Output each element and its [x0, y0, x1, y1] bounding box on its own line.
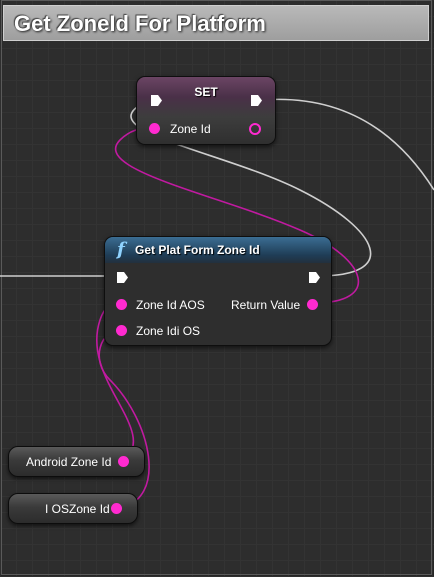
zone-idi-os-pin[interactable] [116, 325, 127, 336]
input-label-zone-idi-os: Zone Idi OS [136, 324, 201, 338]
variable-label: Android Zone Id [26, 455, 112, 469]
return-value-label: Return Value [231, 298, 301, 312]
exec-wire-out [261, 98, 434, 191]
exec-in-icon[interactable] [150, 94, 163, 107]
data-wire-ios [98, 328, 150, 510]
exec-in-icon[interactable] [116, 271, 129, 284]
get-platform-zone-id-node[interactable]: f Get Plat Form Zone Id Zone Id AOS Retu… [104, 236, 332, 346]
zone-id-input-pin[interactable] [149, 123, 160, 134]
return-value-pin[interactable] [307, 299, 318, 310]
set-input-label: Zone Id [170, 122, 211, 136]
variable-output-pin[interactable] [118, 456, 129, 467]
function-title: Get Plat Form Zone Id [135, 243, 260, 257]
set-node[interactable]: SET Zone Id [136, 76, 276, 145]
input-label-zone-id-aos: Zone Id AOS [136, 298, 205, 312]
zone-id-output-pin[interactable] [249, 123, 261, 135]
variable-output-pin[interactable] [111, 503, 122, 514]
android-zone-id-variable[interactable]: Android Zone Id [8, 446, 145, 477]
zone-id-aos-pin[interactable] [116, 299, 127, 310]
variable-label: I OSZone Id [45, 502, 110, 516]
function-icon: f [117, 239, 125, 260]
exec-out-icon[interactable] [250, 94, 263, 107]
exec-out-icon[interactable] [308, 271, 321, 284]
function-header[interactable]: f Get Plat Form Zone Id [105, 237, 331, 263]
ios-zone-id-variable[interactable]: I OSZone Id [8, 493, 138, 524]
